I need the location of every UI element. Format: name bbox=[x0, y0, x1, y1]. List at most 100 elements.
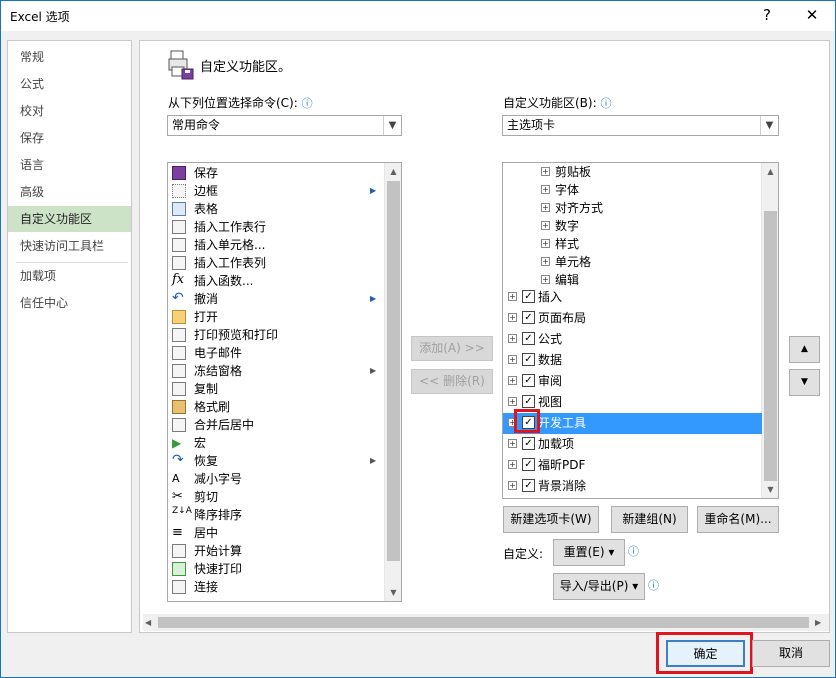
expand-icon[interactable]: + bbox=[541, 275, 550, 284]
list-item[interactable]: 电子邮件 bbox=[168, 344, 382, 362]
expand-icon[interactable]: + bbox=[508, 397, 517, 406]
scroll-down-arrow-icon[interactable]: ▼ bbox=[385, 584, 401, 601]
checkbox[interactable]: ✓ bbox=[522, 374, 535, 387]
list-item[interactable]: 保存 bbox=[168, 164, 382, 182]
list-item[interactable]: 合并后居中 bbox=[168, 416, 382, 434]
list-item[interactable]: 连接 bbox=[168, 578, 382, 596]
expand-icon[interactable]: + bbox=[541, 203, 550, 212]
expand-icon[interactable]: + bbox=[508, 376, 517, 385]
commands-list[interactable]: ▲ ▼ 保存 边框 ▶ 表格 插入工作表行 插入单元格... 插入工作表列 fx 插… bbox=[167, 162, 402, 602]
checkbox[interactable]: ✓ bbox=[522, 395, 535, 408]
checkbox[interactable]: ✓ bbox=[522, 353, 535, 366]
scroll-thumb[interactable] bbox=[158, 617, 809, 628]
expand-icon[interactable]: + bbox=[541, 185, 550, 194]
reset-button[interactable]: 重置(E) ▾ bbox=[553, 539, 625, 566]
new-group-button[interactable]: 新建组(N) bbox=[611, 506, 688, 533]
list-item[interactable]: fx 插入函数... bbox=[168, 272, 382, 290]
nav-item-save[interactable]: 保存 bbox=[8, 125, 131, 151]
tree-tab-item[interactable]: + ✓ 加载项 bbox=[503, 434, 765, 455]
list-item[interactable]: 快速打印 bbox=[168, 560, 382, 578]
insert-column-icon bbox=[172, 256, 186, 270]
expand-icon[interactable]: + bbox=[541, 167, 550, 176]
expand-icon[interactable]: + bbox=[508, 355, 517, 364]
scroll-thumb[interactable] bbox=[764, 211, 777, 481]
ribbon-tree[interactable]: ▲ ▼ + 剪贴板 + 字体 + 对齐方式 + 数字 + 样式 + 单元格 + 编辑 + ✓ 插入… bbox=[502, 162, 779, 499]
nav-item-quick-access-toolbar[interactable]: 快速访问工具栏 bbox=[8, 233, 131, 259]
list-item[interactable]: 开始计算 bbox=[168, 542, 382, 560]
remove-button[interactable]: << 删除(R) bbox=[411, 369, 493, 394]
list-item[interactable]: ↶ 撤消 ▶ bbox=[168, 290, 382, 308]
list-item[interactable]: ✂ 剪切 bbox=[168, 488, 382, 506]
list-item[interactable]: 插入工作表列 bbox=[168, 254, 382, 272]
expand-icon[interactable]: + bbox=[541, 239, 550, 248]
tree-tab-item[interactable]: + ✓ 公式 bbox=[503, 329, 765, 350]
tree-tab-item[interactable]: + ✓ 审阅 bbox=[503, 371, 765, 392]
list-item[interactable]: 插入单元格... bbox=[168, 236, 382, 254]
chevron-down-icon[interactable]: ▼ bbox=[383, 116, 401, 135]
rename-button[interactable]: 重命名(M)... bbox=[697, 506, 779, 533]
list-item[interactable]: 打印预览和打印 bbox=[168, 326, 382, 344]
chevron-down-icon[interactable]: ▼ bbox=[760, 116, 778, 135]
calculate-icon bbox=[172, 544, 186, 558]
tree-tab-item[interactable]: + ✓ 视图 bbox=[503, 392, 765, 413]
checkbox[interactable]: ✓ bbox=[522, 290, 535, 303]
nav-item-language[interactable]: 语言 bbox=[8, 152, 131, 178]
scroll-thumb[interactable] bbox=[387, 181, 400, 561]
move-down-button[interactable]: ▼ bbox=[789, 369, 820, 396]
nav-item-proofing[interactable]: 校对 bbox=[8, 98, 131, 124]
scroll-right-arrow-icon[interactable]: ▶ bbox=[815, 614, 827, 631]
cancel-button[interactable]: 取消 bbox=[752, 640, 830, 667]
tree-tab-item[interactable]: + ✓ 福昕PDF bbox=[503, 455, 765, 476]
nav-item-add-ins[interactable]: 加载项 bbox=[8, 263, 131, 289]
checkbox[interactable]: ✓ bbox=[522, 332, 535, 345]
expand-icon[interactable]: + bbox=[508, 313, 517, 322]
list-item[interactable]: ↷ 恢复 ▶ bbox=[168, 452, 382, 470]
checkbox[interactable]: ✓ bbox=[522, 437, 535, 450]
list-item[interactable]: 打开 bbox=[168, 308, 382, 326]
scroll-left-arrow-icon[interactable]: ◀ bbox=[145, 614, 157, 631]
list-item[interactable]: A 减小字号 bbox=[168, 470, 382, 488]
nav-item-advanced[interactable]: 高级 bbox=[8, 179, 131, 205]
tree-tab-item[interactable]: + ✓ 背景消除 bbox=[503, 476, 765, 497]
choose-commands-combo[interactable]: 常用命令 ▼ bbox=[167, 115, 402, 136]
add-button[interactable]: 添加(A) >> bbox=[411, 336, 493, 361]
checkbox[interactable]: ✓ bbox=[522, 479, 535, 492]
checkbox[interactable]: ✓ bbox=[522, 311, 535, 324]
expand-icon[interactable]: + bbox=[508, 460, 517, 469]
scroll-up-arrow-icon[interactable]: ▲ bbox=[385, 163, 401, 180]
table-icon bbox=[172, 202, 186, 216]
list-item[interactable]: Z↓A 降序排序 bbox=[168, 506, 382, 524]
tree-tab-item[interactable]: + ✓ 页面布局 bbox=[503, 308, 765, 329]
undo-icon: ↶ bbox=[172, 290, 184, 306]
tree-tab-item[interactable]: + ✓ 数据 bbox=[503, 350, 765, 371]
help-button[interactable]: ? bbox=[752, 4, 782, 26]
commands-scrollbar[interactable]: ▲ ▼ bbox=[384, 163, 401, 601]
new-tab-button[interactable]: 新建选项卡(W) bbox=[503, 506, 599, 533]
list-item[interactable]: 表格 bbox=[168, 200, 382, 218]
import-export-button[interactable]: 导入/导出(P) ▾ bbox=[553, 573, 645, 600]
tree-tab-item[interactable]: + ✓ 插入 bbox=[503, 287, 765, 308]
expand-icon[interactable]: + bbox=[508, 292, 517, 301]
nav-item-customize-ribbon[interactable]: 自定义功能区 bbox=[8, 206, 131, 232]
list-item[interactable]: 复制 bbox=[168, 380, 382, 398]
list-item[interactable]: 边框 ▶ bbox=[168, 182, 382, 200]
tree-tab-item-selected[interactable]: + ✓ 开发工具 bbox=[503, 413, 762, 434]
list-item[interactable]: 格式刷 bbox=[168, 398, 382, 416]
expand-icon[interactable]: + bbox=[541, 257, 550, 266]
nav-item-formulas[interactable]: 公式 bbox=[8, 71, 131, 97]
move-up-button[interactable]: ▲ bbox=[789, 336, 820, 363]
list-item[interactable]: 插入工作表行 bbox=[168, 218, 382, 236]
list-item[interactable]: 冻结窗格 ▶ bbox=[168, 362, 382, 380]
nav-item-general[interactable]: 常规 bbox=[8, 44, 131, 70]
close-button[interactable]: ✕ bbox=[797, 4, 827, 26]
expand-icon[interactable]: + bbox=[508, 481, 517, 490]
expand-icon[interactable]: + bbox=[508, 439, 517, 448]
customize-ribbon-combo[interactable]: 主选项卡 ▼ bbox=[502, 115, 779, 136]
list-item[interactable]: ≡ 居中 bbox=[168, 524, 382, 542]
expand-icon[interactable]: + bbox=[541, 221, 550, 230]
horizontal-scrollbar[interactable]: ◀ ▶ bbox=[143, 614, 829, 631]
checkbox[interactable]: ✓ bbox=[522, 458, 535, 471]
list-item[interactable]: ▶ 宏 bbox=[168, 434, 382, 452]
nav-item-trust-center[interactable]: 信任中心 bbox=[8, 290, 131, 316]
expand-icon[interactable]: + bbox=[508, 334, 517, 343]
